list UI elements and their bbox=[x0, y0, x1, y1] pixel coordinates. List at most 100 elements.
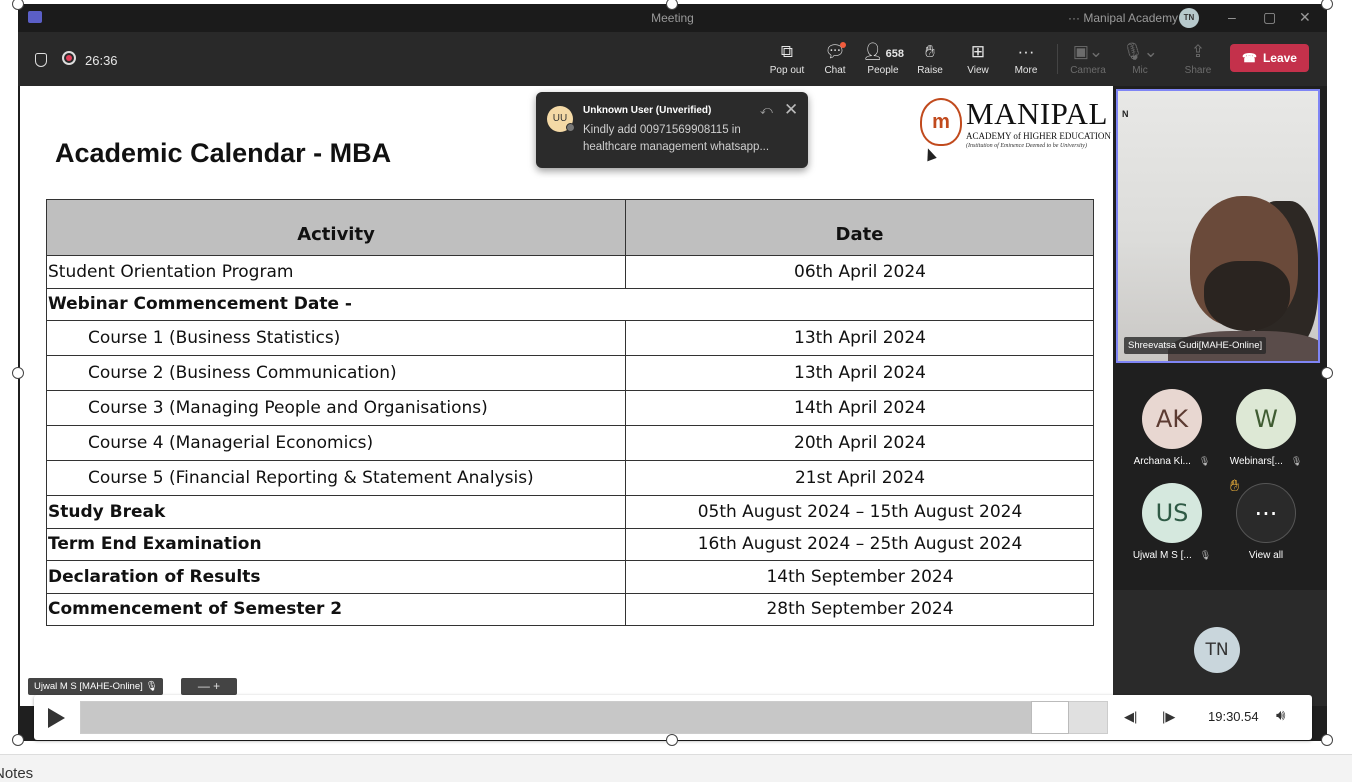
manipal-logo: m MANIPAL ACADEMY of HIGHER EDUCATION (I… bbox=[918, 96, 1111, 156]
column-header: Date bbox=[625, 199, 1094, 256]
skip-forward-icon[interactable]: |▶︎ bbox=[1162, 709, 1175, 725]
column-header: Activity bbox=[46, 199, 626, 256]
account-avatar[interactable]: TN bbox=[1179, 8, 1199, 28]
mic-button[interactable]: 🎙︎⌄ Mic bbox=[1114, 41, 1166, 76]
presence-icon bbox=[566, 123, 575, 132]
table-row: Commencement of Semester 2 28th Septembe… bbox=[46, 592, 1094, 626]
self-video-tile[interactable]: TN bbox=[1113, 590, 1327, 706]
chat-notification[interactable]: UU Unknown User (Unverified) Kindly add … bbox=[536, 92, 808, 168]
date-cell: 05th August 2024 – 15th August 2024 bbox=[625, 495, 1094, 529]
more-icon: ··· bbox=[1236, 483, 1296, 543]
mic-off-icon: 🎙︎ bbox=[1290, 456, 1303, 466]
table-row: Course 2 (Business Communication) 13th A… bbox=[46, 355, 1094, 391]
date-cell: 28th September 2024 bbox=[625, 592, 1094, 626]
share-icon: ⇪ bbox=[1190, 42, 1206, 61]
playback-time: 19:30.54 bbox=[1208, 709, 1259, 724]
resize-handle[interactable] bbox=[1321, 0, 1333, 10]
close-icon[interactable]: ✕ bbox=[784, 100, 798, 120]
speaker-name-tag: Shreevatsa Gudi[MAHE-Online] bbox=[1124, 337, 1267, 354]
restore-button[interactable]: ▢ bbox=[1263, 9, 1276, 26]
play-icon[interactable] bbox=[48, 708, 65, 728]
more-icon: ··· bbox=[1017, 42, 1035, 61]
slide-title: Academic Calendar - MBA bbox=[55, 138, 392, 168]
zoom-controls[interactable]: — + bbox=[181, 678, 237, 695]
volume-icon[interactable]: 🔊︎ bbox=[1276, 707, 1285, 724]
table-row: Webinar Commencement Date - bbox=[46, 287, 1094, 321]
sender-name: Unknown User (Unverified) bbox=[583, 105, 712, 116]
table-row: Course 1 (Business Statistics) 13th Apri… bbox=[46, 320, 1094, 356]
seek-progress bbox=[81, 702, 1031, 733]
participant-tile[interactable]: US Ujwal M S [... 🎙︎ bbox=[1125, 483, 1219, 575]
table-row: Course 3 (Managing People and Organisati… bbox=[46, 390, 1094, 426]
presenter-tag: Ujwal M S [MAHE-Online] 🎙︎ bbox=[28, 678, 164, 695]
resize-handle[interactable] bbox=[666, 734, 678, 746]
message-preview: Kindly add 00971569908115 in healthcare … bbox=[583, 124, 770, 153]
popout-button[interactable]: ⧉ Pop out bbox=[761, 41, 813, 76]
seek-thumb[interactable] bbox=[1031, 701, 1069, 734]
camera-button[interactable]: ▣⌄ Camera bbox=[1062, 41, 1114, 76]
background-mark: N bbox=[1122, 109, 1129, 119]
leave-button[interactable]: ☎︎ Leave bbox=[1230, 44, 1309, 72]
date-cell: 13th April 2024 bbox=[625, 355, 1094, 391]
reply-icon[interactable]: ⤺ bbox=[760, 103, 773, 118]
shared-slide: Academic Calendar - MBA m MANIPAL ACADEM… bbox=[20, 86, 1113, 706]
shield-icon[interactable] bbox=[35, 53, 47, 67]
participant-avatar: US bbox=[1142, 483, 1202, 543]
date-cell: 14th April 2024 bbox=[625, 390, 1094, 426]
participant-tile[interactable]: W Webinars[... 🎙︎ bbox=[1219, 389, 1313, 481]
mic-off-icon: 🎙︎ bbox=[1198, 456, 1211, 466]
participant-tile[interactable]: AK Archana Ki... 🎙︎ bbox=[1125, 389, 1219, 481]
notes-label[interactable]: Notes bbox=[0, 765, 33, 782]
activity-cell: Course 5 (Financial Reporting & Statemen… bbox=[46, 460, 626, 496]
skip-back-icon[interactable]: ◀︎| bbox=[1124, 709, 1137, 725]
mic-off-icon: 🎙︎ bbox=[1199, 550, 1212, 560]
table-row: Course 4 (Managerial Economics) 20th Apr… bbox=[46, 425, 1094, 461]
resize-handle[interactable] bbox=[12, 367, 24, 379]
date-cell: 16th August 2024 – 25th August 2024 bbox=[625, 527, 1094, 561]
view-all-button[interactable]: ··· View all bbox=[1219, 483, 1313, 575]
share-button[interactable]: ⇪ Share bbox=[1172, 41, 1224, 76]
activity-cell: Study Break bbox=[46, 495, 626, 529]
view-button[interactable]: ⊞ View bbox=[952, 41, 1004, 76]
academic-calendar-table: Activity Date Student Orientation Progra… bbox=[46, 199, 1094, 626]
resize-handle[interactable] bbox=[1321, 367, 1333, 379]
date-cell: 06th April 2024 bbox=[625, 255, 1094, 289]
self-avatar: TN bbox=[1194, 627, 1240, 673]
minimize-button[interactable]: – bbox=[1228, 9, 1236, 25]
host-app-bottom bbox=[0, 754, 1352, 782]
meeting-toolbar: 26:36 ⧉ Pop out 💬︎ Chat 👤︎ 658 People ✋︎ … bbox=[18, 32, 1327, 86]
date-cell: 21st April 2024 bbox=[625, 460, 1094, 496]
resize-handle[interactable] bbox=[1321, 734, 1333, 746]
seek-bar[interactable] bbox=[80, 701, 1108, 734]
activity-cell: Course 2 (Business Communication) bbox=[46, 355, 626, 391]
phone-hangup-icon: ☎︎ bbox=[1242, 51, 1257, 65]
table-row: Declaration of Results 14th September 20… bbox=[46, 560, 1094, 594]
table-row: Student Orientation Program 06th April 2… bbox=[46, 255, 1094, 289]
unread-badge bbox=[840, 42, 846, 48]
grid-icon: ⊞ bbox=[970, 42, 986, 61]
meeting-window: Meeting ··· Manipal Academy TN – ▢ ✕ 26:… bbox=[18, 4, 1327, 741]
more-button[interactable]: ··· More bbox=[1000, 41, 1052, 76]
toolbar-divider bbox=[1057, 44, 1058, 74]
participant-avatar: W bbox=[1236, 389, 1296, 449]
activity-cell: Course 4 (Managerial Economics) bbox=[46, 425, 626, 461]
popout-icon: ⧉ bbox=[780, 42, 794, 61]
resize-handle[interactable] bbox=[12, 734, 24, 746]
recording-icon bbox=[62, 51, 76, 65]
activity-cell: Declaration of Results bbox=[46, 560, 626, 594]
org-name[interactable]: ··· Manipal Academy bbox=[1068, 11, 1178, 25]
activity-cell: Commencement of Semester 2 bbox=[46, 592, 626, 626]
chat-icon: 💬︎ bbox=[824, 42, 846, 61]
active-speaker-video[interactable]: N Shreevatsa Gudi[MAHE-Online] bbox=[1116, 89, 1320, 363]
people-button[interactable]: 👤︎ 658 People bbox=[857, 41, 909, 76]
date-cell: 20th April 2024 bbox=[625, 425, 1094, 461]
mic-off-icon: 🎙︎⌄ bbox=[1122, 42, 1158, 61]
activity-cell: Term End Examination bbox=[46, 527, 626, 561]
table-row: Course 5 (Financial Reporting & Statemen… bbox=[46, 460, 1094, 496]
raise-hand-button[interactable]: ✋︎ Raise bbox=[904, 41, 956, 76]
manipal-emblem-icon: m bbox=[920, 98, 962, 146]
chat-button[interactable]: 💬︎ Chat bbox=[809, 41, 861, 76]
people-icon: 👤︎ 658 bbox=[862, 42, 904, 61]
activity-cell: Course 1 (Business Statistics) bbox=[46, 320, 626, 356]
close-window-button[interactable]: ✕ bbox=[1299, 9, 1311, 26]
